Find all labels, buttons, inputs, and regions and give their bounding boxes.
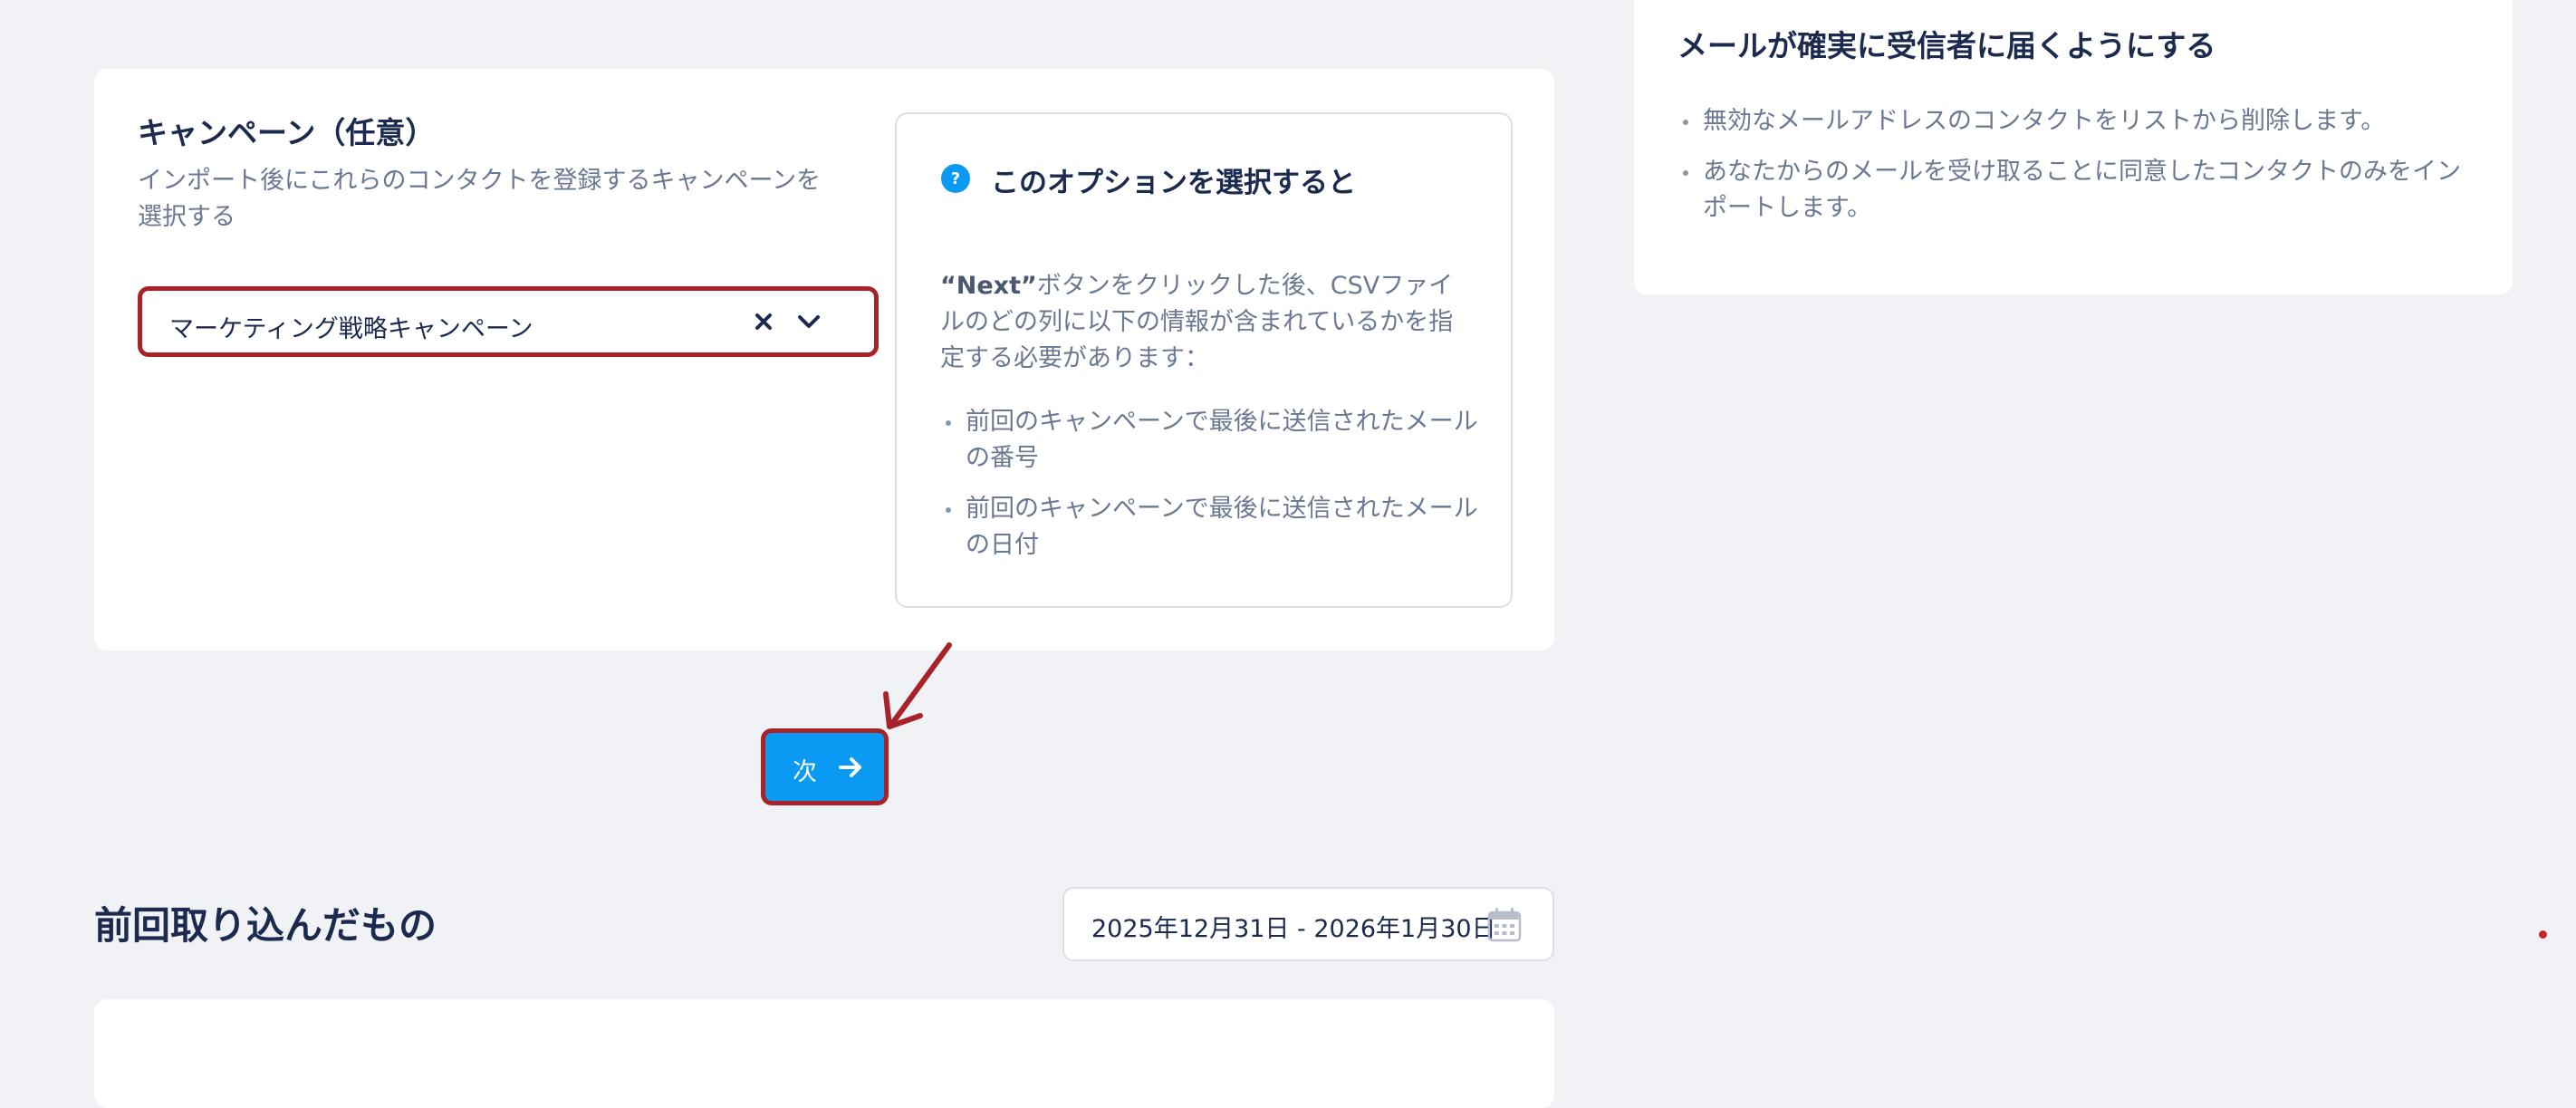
- svg-text:?: ?: [951, 169, 960, 188]
- campaign-section-title: キャンペーン（任意）: [138, 115, 436, 150]
- close-icon[interactable]: [747, 305, 780, 338]
- next-button-label: 次: [793, 758, 817, 785]
- date-range-picker[interactable]: 2025年12月31日 - 2026年1月30日: [1062, 887, 1554, 961]
- annotation-arrow-icon: [883, 642, 952, 729]
- next-button[interactable]: 次: [761, 728, 889, 805]
- tips-list: 無効なメールアドレスのコンタクトをリストから削除します。 あなたからのメールを受…: [1677, 103, 2475, 241]
- list-item: あなたからのメールを受け取ることに同意したコンタクトのみをインポートします。: [1677, 154, 2475, 226]
- campaign-section-description: インポート後にこれらのコンタクトを登録するキャンペーンを選択する: [138, 167, 822, 231]
- option-info-list: 前回のキャンペーンで最後に送信されたメールの番号 前回のキャンペーンで最後に送信…: [940, 404, 1484, 578]
- chevron-down-icon[interactable]: [793, 305, 825, 338]
- deliverability-tips-card: メールが確実に受信者に届くようにする 無効なメールアドレスのコンタクトをリストか…: [1634, 0, 2513, 294]
- date-range-value: 2025年12月31日 - 2026年1月30日: [1091, 915, 1496, 943]
- arrow-right-icon: [839, 757, 861, 777]
- campaign-select-value: マーケティング戦略キャンペーン: [169, 315, 533, 343]
- option-info-body: “Next”ボタンをクリックした後、CSVファイルのどの列に以下の情報が含まれて…: [940, 268, 1475, 377]
- option-info-title: このオプションを選択すると: [991, 167, 1356, 199]
- campaign-card: キャンペーン（任意） インポート後にこれらのコンタクトを登録するキャンペーンを選…: [94, 69, 1554, 650]
- calendar-icon[interactable]: [1486, 907, 1523, 943]
- list-item: 前回のキャンペーンで最後に送信されたメールの番号: [940, 404, 1484, 477]
- previous-imports-card: [94, 999, 1554, 1108]
- campaign-select[interactable]: マーケティング戦略キャンペーン: [138, 286, 879, 357]
- list-item: 無効なメールアドレスのコンタクトをリストから削除します。: [1677, 103, 2475, 140]
- option-info-box: ? このオプションを選択すると “Next”ボタンをクリックした後、CSVファイ…: [895, 112, 1513, 608]
- annotation-dot: [2539, 930, 2547, 939]
- tips-title: メールが確実に受信者に届くようにする: [1677, 28, 2216, 63]
- question-circle-icon: ?: [941, 164, 970, 193]
- list-item: 前回のキャンペーンで最後に送信されたメールの日付: [940, 491, 1484, 564]
- next-keyword: “Next”: [940, 272, 1037, 300]
- previous-imports-title: 前回取り込んだもの: [94, 903, 437, 948]
